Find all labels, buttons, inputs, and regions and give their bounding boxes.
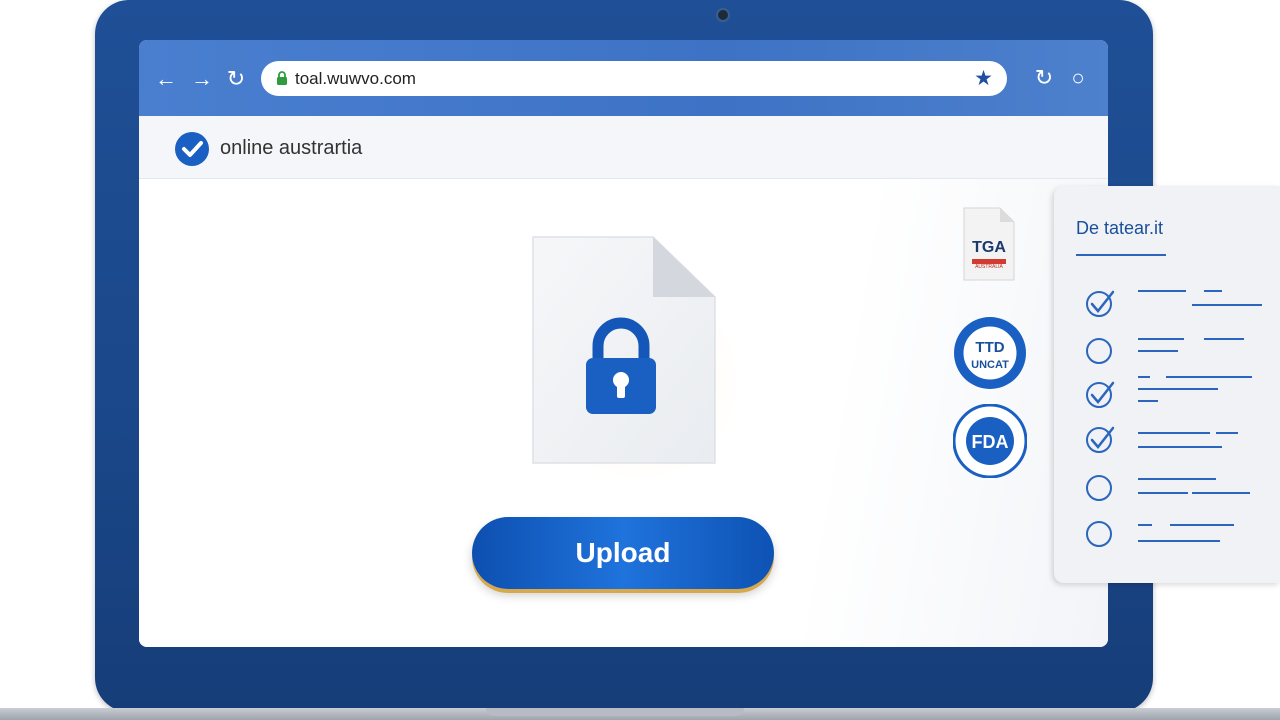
checklist-text-line — [1138, 446, 1222, 448]
checklist-text-line — [1138, 432, 1210, 434]
tga-certification-badge: TGA AUSTRALIA — [963, 207, 1015, 281]
forward-button[interactable]: → — [189, 66, 215, 92]
empty-circle-icon[interactable] — [1086, 472, 1116, 502]
fda-seal-badge: FDA — [953, 404, 1027, 478]
empty-circle-icon[interactable] — [1086, 335, 1116, 365]
back-button[interactable]: ← — [153, 66, 179, 92]
upload-button[interactable]: Upload — [472, 517, 774, 589]
checked-circle-icon[interactable] — [1086, 288, 1116, 318]
checklist-text-line — [1204, 338, 1244, 340]
laptop-base-notch — [486, 708, 744, 716]
checklist-text-line — [1216, 432, 1238, 434]
tga-sublabel: AUSTRALIA — [975, 264, 1003, 270]
checklist-text-line — [1170, 524, 1234, 526]
checklist-text-line — [1138, 492, 1188, 494]
secure-lock-icon — [277, 71, 287, 85]
checklist-text-line — [1138, 388, 1218, 390]
brand-checkmark-icon — [175, 132, 209, 166]
address-bar[interactable]: toal.wuwvo.com ★ — [261, 61, 1007, 96]
brand-name: online austrartia — [220, 137, 363, 159]
checklist-text-line — [1166, 376, 1252, 378]
site-header: online austrartia — [139, 116, 1108, 179]
checklist-text-line — [1138, 376, 1150, 378]
url-text[interactable]: toal.wuwvo.com — [295, 69, 416, 89]
checked-circle-icon[interactable] — [1086, 424, 1116, 454]
checklist-text-line — [1192, 492, 1250, 494]
checklist-text-line — [1138, 524, 1152, 526]
checklist-title: De tatear.it — [1076, 218, 1164, 238]
checklist-item[interactable] — [1086, 379, 1276, 413]
checklist-text-line — [1138, 540, 1220, 542]
seal-fda-label: FDA — [972, 432, 1009, 452]
checklist-item[interactable] — [1086, 335, 1276, 369]
checklist-text-line — [1138, 290, 1186, 292]
checklist-text-line — [1138, 478, 1216, 480]
checklist-text-line — [1138, 350, 1178, 352]
checklist-text-line — [1138, 338, 1184, 340]
seal-ttd-label: TTD — [975, 339, 1004, 356]
checklist-text-line — [1138, 400, 1158, 402]
empty-circle-icon[interactable] — [1086, 518, 1116, 548]
reload-button[interactable]: ↻ — [223, 66, 249, 92]
checklist-title-underline — [1076, 254, 1166, 256]
padlock-icon — [586, 317, 656, 414]
tga-label: TGA — [972, 239, 1006, 256]
bookmark-star-icon[interactable]: ★ — [974, 66, 993, 91]
webcam-icon — [716, 8, 730, 22]
seal-ttd-sublabel: UNCAT — [971, 359, 1009, 371]
checked-circle-icon[interactable] — [1086, 379, 1116, 409]
browser-toolbar: ← → ↻ toal.wuwvo.com ★ ↻ ○ — [139, 40, 1108, 116]
extension-icon[interactable]: ↻ — [1032, 66, 1056, 90]
checklist-text-line — [1192, 304, 1262, 306]
profile-icon[interactable]: ○ — [1066, 66, 1090, 90]
checklist-item[interactable] — [1086, 424, 1276, 458]
checklist-text-line — [1204, 290, 1222, 292]
ttd-seal-badge: TTD UNCAT — [954, 317, 1026, 389]
